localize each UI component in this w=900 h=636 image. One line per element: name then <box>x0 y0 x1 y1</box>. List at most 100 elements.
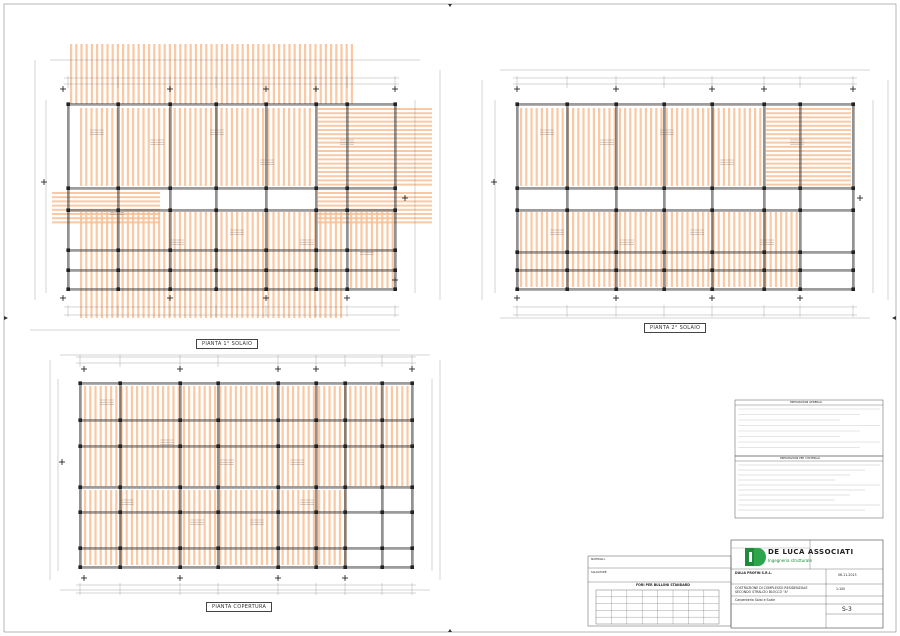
column <box>710 268 714 272</box>
joist <box>670 108 673 186</box>
joist <box>364 386 367 486</box>
joist <box>198 386 201 486</box>
joist <box>297 386 300 486</box>
joist <box>629 212 632 287</box>
joist <box>252 44 255 104</box>
column <box>345 186 349 190</box>
column <box>276 510 280 514</box>
joist <box>717 108 720 186</box>
joist <box>115 386 118 486</box>
joist <box>194 108 197 186</box>
joist <box>286 386 289 486</box>
joist <box>738 108 741 186</box>
joist <box>655 212 658 287</box>
joist <box>618 108 621 186</box>
column <box>851 268 855 272</box>
column <box>78 381 82 385</box>
top-registration-mark <box>448 4 452 7</box>
joist <box>766 129 851 131</box>
joist <box>349 386 352 486</box>
column <box>276 565 280 569</box>
joist <box>785 212 788 287</box>
joist <box>70 44 73 104</box>
column <box>264 287 268 291</box>
column <box>216 485 220 489</box>
joist <box>260 490 263 565</box>
joist <box>251 108 254 186</box>
joist <box>286 490 289 565</box>
joist <box>766 158 851 161</box>
joist <box>111 108 114 186</box>
joist <box>158 44 161 104</box>
column <box>66 186 70 190</box>
joist <box>256 212 259 318</box>
joist <box>121 108 124 186</box>
joist <box>766 133 851 136</box>
joist <box>525 212 528 287</box>
joist <box>266 490 269 565</box>
column <box>565 208 569 212</box>
joist <box>188 490 191 565</box>
general-notes-title: PRESCRIZIONI GENERALI <box>790 401 823 404</box>
joist <box>168 44 171 104</box>
column <box>762 250 766 254</box>
column <box>710 287 714 291</box>
joist <box>665 108 668 186</box>
joist <box>240 490 243 565</box>
joist <box>116 44 119 104</box>
joist <box>272 212 275 318</box>
joist <box>245 386 248 486</box>
joist <box>106 44 109 104</box>
joist <box>292 386 295 486</box>
column <box>264 102 268 106</box>
joist <box>130 386 133 486</box>
joist <box>136 490 139 565</box>
joist <box>702 212 705 287</box>
joist <box>241 44 244 104</box>
joist <box>95 212 98 318</box>
column <box>78 444 82 448</box>
joist <box>556 108 559 186</box>
column <box>214 208 218 212</box>
welds-label: SALDATURE: <box>591 571 608 574</box>
joist <box>766 179 851 182</box>
column <box>66 268 70 272</box>
joist <box>80 212 83 318</box>
joist <box>330 44 333 104</box>
joist <box>572 212 575 287</box>
column <box>66 102 70 106</box>
column <box>710 250 714 254</box>
joist <box>556 212 559 287</box>
joist <box>178 212 181 318</box>
column <box>393 248 397 252</box>
joist <box>198 490 201 565</box>
joist <box>546 212 549 287</box>
column <box>410 444 414 448</box>
column <box>78 546 82 550</box>
joist <box>184 44 187 104</box>
column <box>762 208 766 212</box>
joist <box>624 108 627 186</box>
column <box>178 381 182 385</box>
joist <box>210 44 213 104</box>
joist <box>255 386 258 486</box>
joist <box>110 490 113 565</box>
joist <box>151 490 154 565</box>
joist <box>246 108 249 186</box>
joist <box>245 490 248 565</box>
column <box>276 546 280 550</box>
column <box>515 268 519 272</box>
joist <box>748 212 751 287</box>
column <box>851 208 855 212</box>
joist <box>766 145 851 148</box>
joist <box>298 44 301 104</box>
column <box>343 418 347 422</box>
joist <box>660 212 663 287</box>
column <box>410 485 414 489</box>
column <box>314 444 318 448</box>
joist <box>733 108 736 186</box>
joist <box>115 490 118 565</box>
joist <box>226 44 229 104</box>
joist <box>375 386 378 486</box>
joist <box>303 108 306 186</box>
